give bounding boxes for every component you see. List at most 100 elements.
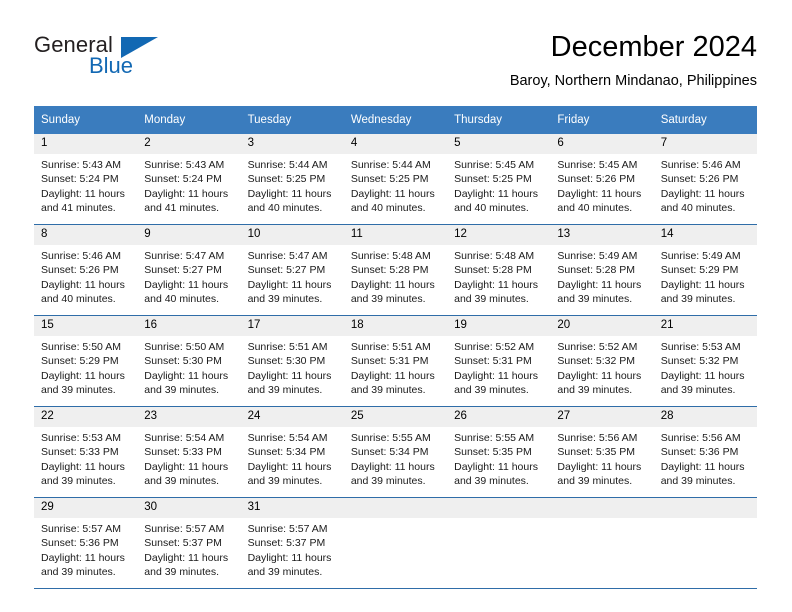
day-cell[interactable]: 22 Sunrise: 5:53 AM Sunset: 5:33 PM Dayligh…: [34, 406, 138, 498]
day-cell[interactable]: 17 Sunrise: 5:51 AM Sunset: 5:30 PM Dayligh…: [240, 315, 344, 407]
day-details: Sunrise: 5:45 AM Sunset: 5:25 PM Daylight:…: [447, 154, 550, 215]
sunset-text: Sunset: 5:34 PM: [247, 446, 326, 459]
day-cell[interactable]: 1 Sunrise: 5:43 AM Sunset: 5:24 PM Daylight…: [34, 134, 138, 225]
day-cell[interactable]: 6 Sunrise: 5:45 AM Sunset: 5:26 PM Daylight…: [550, 134, 654, 225]
day-cell[interactable]: 21 Sunrise: 5:53 AM Sunset: 5:32 PM Dayligh…: [653, 315, 757, 407]
sunrise-text: Sunrise: 5:57 AM: [41, 523, 121, 535]
sunrise-text: Sunrise: 5:49 AM: [557, 250, 638, 262]
day-details: Sunrise: 5:50 AM Sunset: 5:29 PM Daylight:…: [34, 336, 137, 397]
sunset-text: Sunset: 5:33 PM: [41, 446, 119, 459]
sunset-text: Sunset: 5:25 PM: [247, 173, 326, 186]
day-cell[interactable]: 24 Sunrise: 5:54 AM Sunset: 5:34 PM Dayligh…: [240, 406, 344, 498]
weekday-header-thursday: Thursday: [447, 106, 551, 134]
day-cell[interactable]: 20 Sunrise: 5:52 AM Sunset: 5:32 PM Dayligh…: [550, 315, 654, 407]
daylight-text-line2: and 39 minutes.: [144, 474, 219, 487]
daylight-text-line1: Daylight: 11 hours: [660, 187, 745, 200]
daylight-text-line1: Daylight: 11 hours: [660, 278, 745, 291]
sunset-text: Sunset: 5:30 PM: [247, 355, 326, 368]
day-number: 10: [240, 225, 344, 245]
day-cell[interactable]: 8 Sunrise: 5:46 AM Sunset: 5:26 PM Daylight…: [34, 224, 138, 316]
day-cell[interactable]: 30 Sunrise: 5:57 AM Sunset: 5:37 PM Dayligh…: [137, 497, 241, 589]
daylight-text-line2: and 40 minutes.: [557, 201, 633, 214]
page-title: December 2024: [550, 31, 757, 63]
daylight-text-line2: and 39 minutes.: [350, 292, 426, 305]
daylight-text-line1: Daylight: 11 hours: [557, 369, 642, 382]
calendar-container: Sunday Monday Tuesday Wednesday Thursday…: [34, 106, 757, 589]
daylight-text-line2: and 39 minutes.: [454, 383, 529, 396]
weekday-header-sunday: Sunday: [34, 106, 138, 134]
day-number: 1: [34, 134, 138, 154]
sunset-text: Sunset: 5:34 PM: [350, 446, 429, 459]
daylight-text-line2: and 40 minutes.: [660, 201, 736, 214]
day-cell[interactable]: 28 Sunrise: 5:56 AM Sunset: 5:36 PM Dayligh…: [653, 406, 757, 498]
day-details: Sunrise: 5:51 AM Sunset: 5:31 PM Daylight:…: [344, 336, 447, 397]
day-cell[interactable]: 15 Sunrise: 5:50 AM Sunset: 5:29 PM Dayligh…: [34, 315, 138, 407]
day-cell[interactable]: 16 Sunrise: 5:50 AM Sunset: 5:30 PM Dayligh…: [137, 315, 241, 407]
daylight-text-line1: Daylight: 11 hours: [41, 187, 125, 200]
day-number: 13: [550, 225, 654, 245]
brand-name-blue: Blue: [89, 53, 134, 78]
day-cell[interactable]: 19 Sunrise: 5:52 AM Sunset: 5:31 PM Dayligh…: [447, 315, 551, 407]
weekday-header-tuesday: Tuesday: [240, 106, 344, 134]
sunrise-text: Sunrise: 5:46 AM: [41, 250, 121, 262]
day-cell[interactable]: 9 Sunrise: 5:47 AM Sunset: 5:27 PM Daylight…: [137, 224, 241, 316]
sunrise-text: Sunrise: 5:50 AM: [41, 341, 121, 353]
sunset-text: Sunset: 5:25 PM: [350, 173, 429, 186]
day-details: Sunrise: 5:57 AM Sunset: 5:37 PM Daylight:…: [137, 518, 240, 579]
day-number: [447, 498, 551, 518]
sunset-text: Sunset: 5:36 PM: [41, 537, 119, 550]
day-number: 6: [550, 134, 654, 154]
sunset-text: Sunset: 5:29 PM: [41, 355, 119, 368]
day-cell[interactable]: 27 Sunrise: 5:56 AM Sunset: 5:35 PM Dayligh…: [550, 406, 654, 498]
sunrise-text: Sunrise: 5:55 AM: [454, 432, 535, 444]
sunrise-text: Sunrise: 5:53 AM: [41, 432, 121, 444]
sunset-text: Sunset: 5:27 PM: [144, 264, 222, 277]
daylight-text-line2: and 41 minutes.: [144, 201, 219, 214]
day-cell[interactable]: 13 Sunrise: 5:49 AM Sunset: 5:28 PM Dayligh…: [550, 224, 654, 316]
day-number: 26: [447, 407, 551, 427]
day-cell[interactable]: 25 Sunrise: 5:55 AM Sunset: 5:34 PM Dayligh…: [343, 406, 448, 498]
day-details: Sunrise: 5:49 AM Sunset: 5:28 PM Daylight:…: [550, 245, 653, 306]
day-details: Sunrise: 5:47 AM Sunset: 5:27 PM Daylight:…: [241, 245, 344, 306]
sunrise-text: Sunrise: 5:57 AM: [247, 523, 328, 535]
day-cell[interactable]: 23 Sunrise: 5:54 AM Sunset: 5:33 PM Dayligh…: [137, 406, 241, 498]
day-details: Sunrise: 5:44 AM Sunset: 5:25 PM Daylight:…: [241, 154, 344, 215]
daylight-text-line2: and 39 minutes.: [660, 474, 736, 487]
daylight-text-line2: and 39 minutes.: [454, 474, 529, 487]
sunset-text: Sunset: 5:26 PM: [41, 264, 119, 277]
day-details: Sunrise: 5:47 AM Sunset: 5:27 PM Daylight:…: [137, 245, 240, 306]
day-cell[interactable]: 26 Sunrise: 5:55 AM Sunset: 5:35 PM Dayligh…: [447, 406, 551, 498]
sunset-text: Sunset: 5:36 PM: [660, 446, 739, 459]
day-cell[interactable]: 10 Sunrise: 5:47 AM Sunset: 5:27 PM Dayligh…: [240, 224, 344, 316]
day-cell[interactable]: 18 Sunrise: 5:51 AM Sunset: 5:31 PM Dayligh…: [343, 315, 448, 407]
day-cell[interactable]: 7 Sunrise: 5:46 AM Sunset: 5:26 PM Daylight…: [653, 134, 757, 225]
daylight-text-line1: Daylight: 11 hours: [247, 460, 332, 473]
calendar-week-row: 15 Sunrise: 5:50 AM Sunset: 5:29 PM Dayligh…: [34, 315, 757, 407]
sunrise-text: Sunrise: 5:47 AM: [144, 250, 225, 262]
day-cell[interactable]: 14 Sunrise: 5:49 AM Sunset: 5:29 PM Dayligh…: [653, 224, 757, 316]
daylight-text-line2: and 40 minutes.: [41, 292, 116, 305]
day-cell[interactable]: 4 Sunrise: 5:44 AM Sunset: 5:25 PM Daylight…: [343, 134, 448, 225]
day-cell[interactable]: 2 Sunrise: 5:43 AM Sunset: 5:24 PM Daylight…: [137, 134, 241, 225]
weekday-header-wednesday: Wednesday: [343, 106, 448, 134]
day-number: 20: [550, 316, 654, 336]
day-cell[interactable]: 31 Sunrise: 5:57 AM Sunset: 5:37 PM Dayligh…: [240, 497, 344, 589]
day-cell[interactable]: 5 Sunrise: 5:45 AM Sunset: 5:25 PM Daylight…: [447, 134, 551, 225]
day-cell[interactable]: 11 Sunrise: 5:48 AM Sunset: 5:28 PM Dayligh…: [343, 224, 448, 316]
day-cell[interactable]: 3 Sunrise: 5:44 AM Sunset: 5:25 PM Daylight…: [240, 134, 344, 225]
calendar-table: Sunday Monday Tuesday Wednesday Thursday…: [34, 106, 757, 589]
day-number: 18: [343, 316, 448, 336]
day-details: Sunrise: 5:56 AM Sunset: 5:35 PM Daylight:…: [550, 427, 653, 488]
day-cell[interactable]: 29 Sunrise: 5:57 AM Sunset: 5:36 PM Dayligh…: [34, 497, 138, 589]
sunrise-text: Sunrise: 5:53 AM: [660, 341, 741, 353]
day-cell-empty: [343, 497, 448, 589]
sunrise-text: Sunrise: 5:45 AM: [454, 159, 535, 171]
calendar-body: 1 Sunrise: 5:43 AM Sunset: 5:24 PM Daylight…: [34, 134, 757, 589]
day-number: 23: [137, 407, 241, 427]
day-details: Sunrise: 5:55 AM Sunset: 5:35 PM Daylight:…: [447, 427, 550, 488]
sunset-text: Sunset: 5:26 PM: [557, 173, 636, 186]
day-cell[interactable]: 12 Sunrise: 5:48 AM Sunset: 5:28 PM Dayligh…: [447, 224, 551, 316]
day-details: Sunrise: 5:52 AM Sunset: 5:32 PM Daylight:…: [550, 336, 653, 397]
day-number: [343, 498, 448, 518]
daylight-text-line1: Daylight: 11 hours: [247, 369, 332, 382]
